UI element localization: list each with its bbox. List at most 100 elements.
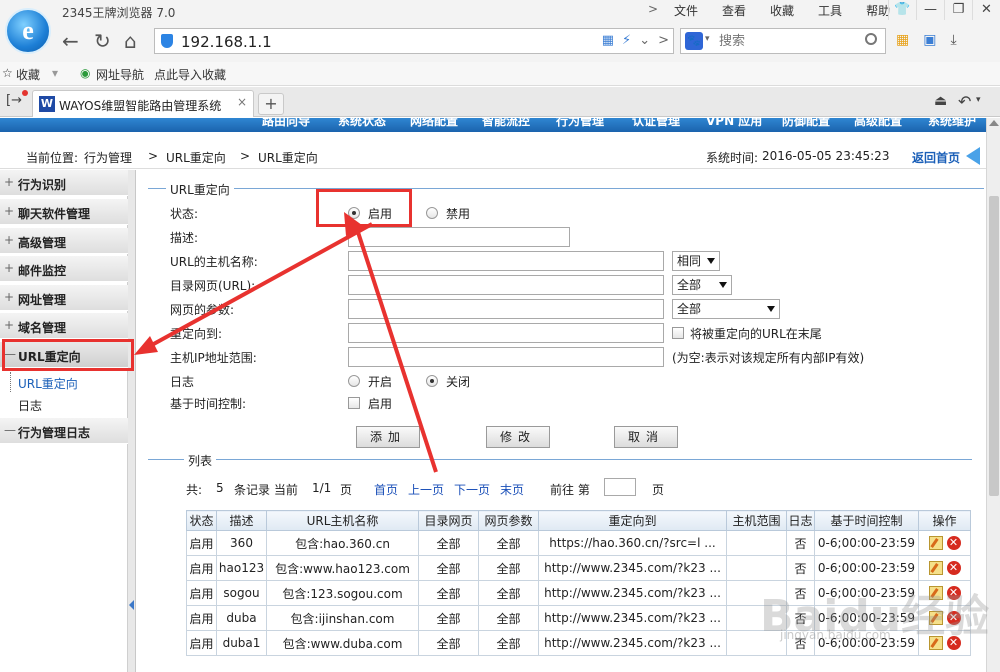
address-bar[interactable]: 192.168.1.1 ▦ ⚡ ⌄ >: [154, 28, 674, 54]
go-arrow-icon[interactable]: >: [658, 33, 669, 48]
table-row[interactable]: 启用 360 包含:hao.360.cn 全部 全部 https://hao.3…: [186, 530, 971, 556]
screenshot-icon[interactable]: ▣: [923, 32, 936, 48]
browser-title: 2345王牌浏览器 7.0: [62, 6, 176, 20]
scroll-up-icon[interactable]: [989, 120, 999, 126]
log-off-radio[interactable]: [426, 375, 438, 387]
tab-close-icon[interactable]: ×: [237, 95, 247, 109]
close-icon[interactable]: ✕: [972, 0, 1000, 20]
menu-tools[interactable]: 工具: [806, 2, 854, 20]
delete-icon[interactable]: ✕: [946, 536, 961, 551]
nav-vpn[interactable]: VPN 应用: [706, 118, 762, 129]
new-tab-button[interactable]: +: [258, 93, 284, 115]
delete-icon[interactable]: ✕: [946, 561, 961, 576]
bookmark-import[interactable]: 点此导入收藏: [154, 66, 226, 83]
nav-wizard[interactable]: 路由向导: [262, 118, 310, 129]
time-control-checkbox[interactable]: [348, 397, 360, 409]
host-input[interactable]: [348, 251, 664, 271]
collapse-left-icon[interactable]: [129, 600, 134, 610]
menu-file[interactable]: 文件: [662, 2, 710, 20]
param-match-select[interactable]: 全部: [672, 299, 780, 319]
target-input[interactable]: [348, 275, 664, 295]
menu-view[interactable]: 查看: [710, 2, 758, 20]
address-text[interactable]: 192.168.1.1: [181, 33, 272, 51]
lightning-icon[interactable]: ⚡: [622, 33, 631, 48]
refresh-icon[interactable]: ↻: [94, 30, 111, 52]
search-box[interactable]: 🐾 ▾: [680, 28, 886, 54]
log-on-radio[interactable]: [348, 375, 360, 387]
apps-grid-icon[interactable]: ▦: [896, 32, 909, 48]
ip-range-input[interactable]: [348, 347, 664, 367]
back-arrow-icon[interactable]: ←: [62, 30, 79, 52]
col-param: 网页参数: [478, 510, 539, 531]
skin-icon[interactable]: 👕: [888, 0, 916, 20]
nav-maintenance[interactable]: 系统维护: [928, 118, 976, 129]
prev-page-link[interactable]: 上一页: [408, 481, 444, 498]
host-match-select[interactable]: 相同: [672, 251, 720, 271]
sidebar-subitem-log[interactable]: 日志: [18, 397, 42, 414]
cell-time: 0-6;00:00-23:59: [814, 530, 919, 556]
status-disable-radio[interactable]: [426, 207, 438, 219]
target-match-select[interactable]: 全部: [672, 275, 732, 295]
edit-icon[interactable]: [928, 536, 943, 551]
sweep-icon[interactable]: ⏏: [934, 93, 947, 109]
goto-page-input[interactable]: [604, 478, 636, 496]
sidebar-item-label: 聊天软件管理: [18, 207, 91, 221]
home-link[interactable]: 返回首页: [912, 149, 960, 166]
edit-icon[interactable]: [928, 561, 943, 576]
cell-param: 全部: [478, 630, 539, 656]
scrollbar-thumb[interactable]: [989, 196, 999, 496]
cancel-button[interactable]: 取消: [614, 426, 678, 448]
sidebar-item-mail-monitor[interactable]: + 邮件监控: [0, 256, 128, 282]
download-icon[interactable]: ⤓: [950, 32, 956, 48]
restore-icon[interactable]: ❐: [944, 0, 972, 20]
sidebar-subitem-url-redirect[interactable]: URL重定向: [18, 375, 78, 392]
home-icon[interactable]: ⌂: [124, 30, 137, 52]
append-url-checkbox[interactable]: [672, 327, 684, 339]
qr-code-icon[interactable]: ▦: [602, 33, 614, 48]
sidebar-item-chat-software[interactable]: + 聊天软件管理: [0, 199, 128, 225]
expand-plus-icon: +: [4, 318, 15, 332]
nav-flow[interactable]: 智能流控: [482, 118, 530, 129]
home-arrow-icon[interactable]: [966, 147, 980, 165]
sidebar-item-advanced[interactable]: + 高级管理: [0, 228, 128, 254]
param-input[interactable]: [348, 299, 664, 319]
search-input[interactable]: [719, 32, 859, 50]
bookmark-favorites[interactable]: 收藏: [16, 66, 40, 83]
goto-prefix: 前往 第: [550, 483, 590, 497]
cell-target: 全部: [418, 605, 479, 631]
chevron-right-icon[interactable]: >: [648, 2, 658, 16]
tab-wayos[interactable]: W WAYOS维盟智能路由管理系统 ×: [32, 90, 254, 117]
next-page-link[interactable]: 下一页: [454, 481, 490, 498]
dropdown-chevron-icon[interactable]: ⌄: [639, 33, 650, 48]
restore-tab-icon[interactable]: [→: [6, 93, 22, 108]
engine-dropdown-icon[interactable]: ▾: [705, 34, 710, 44]
nav-network[interactable]: 网络配置: [410, 118, 458, 129]
desc-input[interactable]: [348, 227, 570, 247]
sidebar-item-behavior-recognition[interactable]: + 行为识别: [0, 170, 128, 196]
nav-status[interactable]: 系统状态: [338, 118, 386, 129]
add-button[interactable]: 添加: [356, 426, 420, 448]
sidebar-item-behavior-log[interactable]: — 行为管理日志: [0, 418, 128, 444]
undo-dropdown-icon[interactable]: ▾: [976, 95, 981, 105]
bookmark-nav-site[interactable]: 网址导航: [96, 66, 144, 83]
nav-auth[interactable]: 认证管理: [632, 118, 680, 129]
baidu-paw-icon[interactable]: 🐾: [685, 32, 703, 50]
menu-favorites[interactable]: 收藏: [758, 2, 806, 20]
favorites-star-icon[interactable]: ☆: [2, 66, 13, 80]
first-page-link[interactable]: 首页: [374, 481, 398, 498]
minimize-icon[interactable]: —: [916, 0, 944, 20]
sidebar-item-domain-manage[interactable]: + 域名管理: [0, 313, 128, 339]
redirect-input[interactable]: [348, 323, 664, 343]
undo-close-icon[interactable]: ↶: [958, 92, 971, 111]
last-page-link[interactable]: 末页: [500, 481, 524, 498]
search-icon[interactable]: [865, 33, 877, 45]
nav-defense[interactable]: 防御配置: [782, 118, 830, 129]
nav-site-icon: ◉: [80, 66, 91, 80]
table-row[interactable]: 启用 hao123 包含:www.hao123.com 全部 全部 http:/…: [186, 555, 971, 581]
sidebar-collapse-bar[interactable]: [128, 170, 136, 672]
favorites-dropdown-icon[interactable]: ▾: [52, 66, 58, 80]
nav-advanced[interactable]: 高级配置: [854, 118, 902, 129]
modify-button[interactable]: 修改: [486, 426, 550, 448]
nav-behavior[interactable]: 行为管理: [556, 118, 604, 129]
sidebar-item-url-manage[interactable]: + 网址管理: [0, 285, 128, 311]
